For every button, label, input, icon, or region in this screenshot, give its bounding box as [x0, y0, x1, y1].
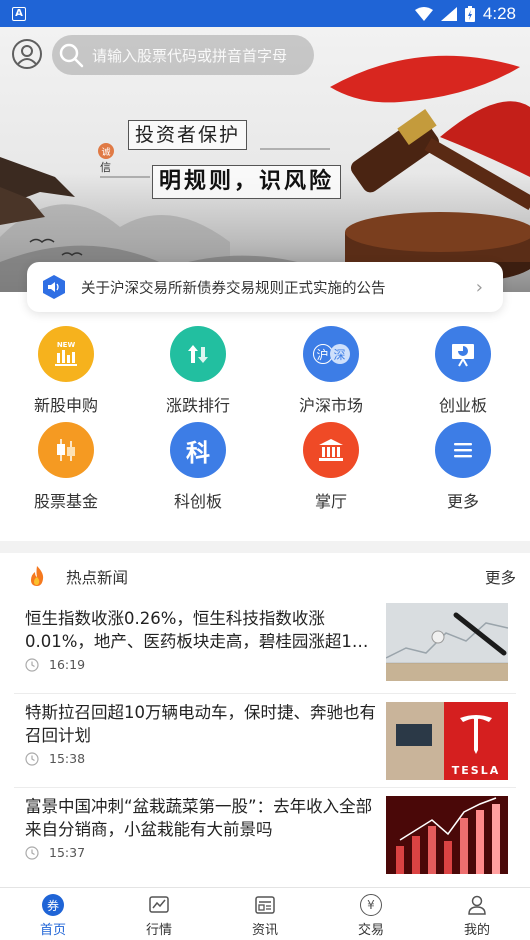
search-input[interactable]: 请输入股票代码或拼音首字母 [52, 35, 314, 75]
chevron-right-icon: › [475, 277, 483, 298]
menu-lines-icon [435, 422, 491, 478]
search-icon [59, 43, 84, 68]
shortcut-stock-fund[interactable]: 股票基金 [0, 422, 132, 516]
red-rising-chart-image [386, 796, 508, 874]
clock-icon [25, 845, 39, 860]
tab-label: 首页 [39, 923, 66, 938]
hot-news-header: 热点新闻 更多 [0, 553, 530, 599]
shortcut-label: 股票基金 [33, 492, 98, 511]
market-chart-icon [149, 896, 169, 913]
pen-and-chart-image [386, 603, 508, 681]
home-coupon-icon: 券 [42, 894, 64, 916]
hot-news-more-link[interactable]: 更多 [485, 566, 516, 588]
news-time-text: 16:19 [49, 657, 86, 672]
announcement-text: 关于沪深交易所新债券交易规则正式实施的公告 [81, 280, 386, 297]
tab-label: 资讯 [251, 923, 278, 938]
tesla-logo-image: TESLA [386, 702, 508, 780]
up-down-arrows-icon [170, 326, 226, 382]
shortcut-label: 更多 [446, 492, 479, 511]
shortcut-label: 新股申购 [33, 396, 98, 415]
tab-trade[interactable]: ¥ 交易 [318, 888, 424, 940]
candlestick-icon [38, 422, 94, 478]
flame-icon [31, 566, 44, 586]
news-time-text: 15:37 [49, 845, 86, 860]
new-stock-icon: NEW [38, 326, 94, 382]
shen-glyph: 深 [329, 344, 350, 364]
new-badge: NEW [57, 341, 76, 349]
banner-subtitle: 明规则，识风险 [152, 165, 342, 199]
status-bar: A 4:28 [0, 0, 530, 27]
speaker-icon [43, 275, 65, 299]
shortcut-label: 沪深市场 [298, 396, 363, 415]
search-placeholder: 请输入股票代码或拼音首字母 [92, 46, 288, 65]
seal-sub-text: 信 [100, 161, 111, 174]
shortcut-label: 掌厅 [314, 492, 347, 511]
user-icon [17, 45, 37, 65]
app-notification-icon: A [12, 6, 26, 21]
tab-label: 我的 [463, 923, 490, 938]
signal-icon [440, 6, 457, 21]
shortcut-chinext[interactable]: 创业板 [397, 326, 529, 420]
hot-news-title: 热点新闻 [66, 569, 129, 587]
shortcut-star-market[interactable]: 科 科创板 [132, 422, 264, 516]
news-doc-icon [255, 896, 275, 914]
clock-icon [25, 657, 39, 672]
news-title: 特斯拉召回超10万辆电动车，保时捷、奔驰也有召回计划 [25, 703, 376, 745]
bank-building-icon [303, 422, 359, 478]
presentation-board-icon [435, 326, 491, 382]
news-time: 15:38 [25, 751, 85, 766]
shortcut-new-stock[interactable]: NEW 新股申购 [0, 326, 132, 420]
promo-banner[interactable]: 请输入股票代码或拼音首字母 诚 信 投资者保护 明规则，识风险 [0, 27, 530, 292]
news-title: 富景中国冲刺“盆栽蔬菜第一股”：去年收入全部来自分销商，小盆栽能有大前景吗 [25, 797, 373, 839]
clock-icon [25, 751, 39, 766]
user-avatar-button[interactable] [12, 39, 42, 69]
section-divider [0, 541, 530, 553]
news-item[interactable]: 富景中国冲刺“盆栽蔬菜第一股”：去年收入全部来自分销商，小盆栽能有大前景吗 15… [0, 787, 530, 881]
news-item[interactable]: 恒生指数收涨0.26%，恒生科技指数收涨0.01%，地产、医药板块走高，碧桂园涨… [0, 599, 530, 693]
profile-icon [468, 895, 486, 915]
news-item[interactable]: 特斯拉召回超10万辆电动车，保时捷、奔驰也有召回计划 15:38 TESLA [0, 693, 530, 787]
bottom-tab-bar: 券 首页 行情 资讯 ¥ 交易 我的 [0, 887, 530, 940]
news-time: 15:37 [25, 845, 85, 860]
shortcut-label: 科创板 [173, 492, 222, 511]
shortcut-hs-market[interactable]: 沪 深 沪深市场 [265, 326, 397, 420]
star-board-icon: 科 [170, 422, 226, 478]
tesla-logo-text: TESLA [452, 764, 500, 777]
shanghai-shenzhen-icon: 沪 深 [303, 326, 359, 382]
seal-badge: 诚 [98, 143, 114, 159]
shortcut-label: 涨跌排行 [165, 396, 230, 415]
banner-title: 投资者保护 [128, 120, 248, 150]
news-time-text: 15:38 [49, 751, 86, 766]
battery-icon [464, 5, 475, 22]
shortcut-more[interactable]: 更多 [397, 422, 529, 516]
app-root: A 4:28 请输入股票代码或拼音首字母 诚 信 投资者保护 明规则，识风险 关… [0, 0, 530, 940]
status-time: 4:28 [482, 3, 516, 23]
news-title: 恒生指数收涨0.26%，恒生科技指数收涨0.01%，地产、医药板块走高，碧桂园涨… [25, 609, 369, 651]
shortcut-grid: NEW 新股申购 涨跌排行 沪 深 沪深市场 创业板 股票基金 科 科创板 掌厅… [0, 326, 530, 514]
tab-mine[interactable]: 我的 [424, 888, 530, 940]
news-time: 16:19 [25, 657, 85, 672]
tab-label: 行情 [145, 923, 172, 938]
shortcut-label: 创业板 [438, 396, 487, 415]
announcement-bar[interactable]: 关于沪深交易所新债券交易规则正式实施的公告 › [27, 262, 503, 312]
shortcut-hall[interactable]: 掌厅 [265, 422, 397, 516]
tab-news[interactable]: 资讯 [212, 888, 318, 940]
tab-home[interactable]: 券 首页 [0, 888, 106, 940]
trade-yen-icon: ¥ [360, 894, 382, 916]
wifi-icon [414, 6, 433, 21]
tab-label: 交易 [357, 923, 384, 938]
shortcut-ranking[interactable]: 涨跌排行 [132, 326, 264, 420]
tab-market[interactable]: 行情 [106, 888, 212, 940]
